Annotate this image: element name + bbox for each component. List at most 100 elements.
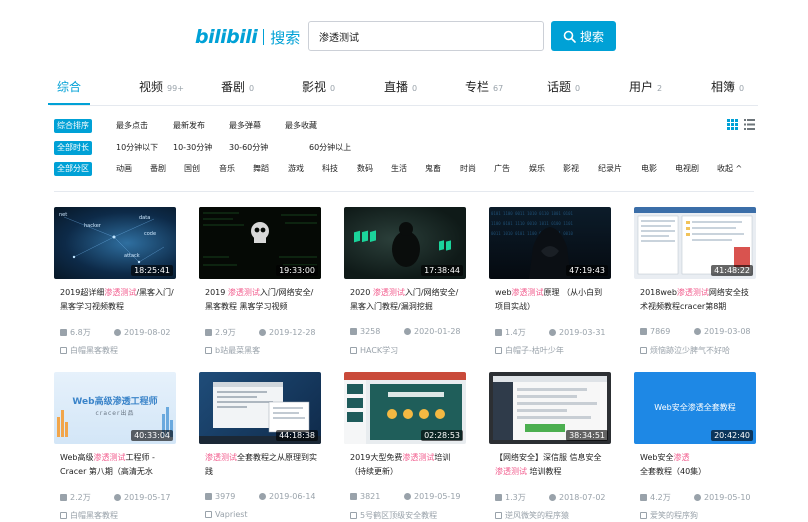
title-highlight: 渗透测试 bbox=[402, 453, 435, 462]
search-button[interactable]: 搜索 bbox=[551, 21, 616, 51]
filter-zone-ad[interactable]: 广告 bbox=[494, 162, 510, 176]
video-author[interactable]: b站最菜黑客 bbox=[205, 345, 260, 356]
video-author[interactable]: 5号鹤区顶级安全教程 bbox=[350, 510, 437, 521]
tab-bangumi[interactable]: 番剧 0 bbox=[221, 78, 254, 95]
grid-view-icon[interactable] bbox=[727, 119, 738, 130]
video-card[interactable]: 44:18:38 渗透测试全套教程之从原理到实践 3979 2019-06-14 … bbox=[199, 372, 321, 519]
filter-sort-danmaku[interactable]: 最多弹幕 bbox=[229, 119, 261, 133]
video-title[interactable]: 2019超详细渗透测试/黑客入门/黑客学习视频教程 bbox=[60, 286, 174, 314]
clock-icon bbox=[694, 494, 701, 501]
video-title[interactable]: web渗透测试原理 （从小白到项目实战） bbox=[495, 286, 609, 314]
video-card[interactable]: 17:38:44 2020 渗透测试入门/网络安全/黑客入门教程/漏洞挖掘 32… bbox=[344, 207, 466, 355]
filter-zone-tv[interactable]: 电视剧 bbox=[675, 162, 699, 176]
video-title[interactable]: 2018web渗透测试网络安全技术视频教程cracer第8期 bbox=[640, 286, 754, 314]
search-input[interactable] bbox=[309, 22, 543, 50]
video-title[interactable]: Web高级渗透测试工程师 - Cracer 第八期（高清无水 bbox=[60, 451, 174, 479]
filter-zone-film[interactable]: 影视 bbox=[563, 162, 579, 176]
filter-duration-10-30[interactable]: 10-30分钟 bbox=[173, 141, 212, 155]
video-title[interactable]: 2019 渗透测试入门/网络安全/黑客教程 黑客学习视频 bbox=[205, 286, 319, 314]
video-card[interactable]: 19:33:00 2019 渗透测试入门/网络安全/黑客教程 黑客学习视频 2.… bbox=[199, 207, 321, 355]
tab-live[interactable]: 直播 0 bbox=[384, 78, 417, 95]
filter-duration-lt10[interactable]: 10分钟以下 bbox=[116, 141, 158, 155]
tab-article[interactable]: 专栏 67 bbox=[465, 78, 503, 95]
title-highlight: 渗透测试 bbox=[205, 453, 237, 462]
upload-date: 2018-07-02 bbox=[559, 493, 606, 502]
tab-all[interactable]: 综合 bbox=[57, 78, 81, 95]
tab-movie[interactable]: 影视 0 bbox=[302, 78, 335, 95]
video-card[interactable]: net data hacker code attack 18:25:41 2019超详细… bbox=[54, 207, 176, 355]
tab-count: 0 bbox=[249, 84, 255, 93]
video-title[interactable]: 【网络安全】深信服 信息安全渗透测试 培训教程 bbox=[495, 451, 609, 479]
tab-topic[interactable]: 话题 0 bbox=[547, 78, 580, 95]
video-card[interactable]: 0101 1100 0011 1010 0110 1001 0101 1100 0… bbox=[489, 207, 611, 355]
play-count: 1.4万 bbox=[505, 328, 526, 337]
video-thumbnail[interactable]: 17:38:44 bbox=[344, 207, 466, 279]
list-view-icon[interactable] bbox=[744, 119, 755, 130]
video-author[interactable]: 烦恼跡泣少脾气不好哈 bbox=[640, 345, 730, 356]
video-title[interactable]: Web安全渗透全套教程（40集） bbox=[640, 451, 754, 479]
filter-sort-clicks[interactable]: 最多点击 bbox=[116, 119, 148, 133]
filter-sort-default[interactable]: 综合排序 bbox=[54, 119, 92, 133]
video-thumbnail[interactable]: 19:33:00 bbox=[199, 207, 321, 279]
filter-zone-documentary[interactable]: 纪录片 bbox=[598, 162, 622, 176]
filter-zone-all[interactable]: 全部分区 bbox=[54, 162, 92, 176]
video-author[interactable]: 白帽黑客教程 bbox=[60, 345, 118, 356]
filter-zone-bangumi[interactable]: 番剧 bbox=[150, 162, 166, 176]
video-thumbnail[interactable]: Web安全渗透全套教程 20:42:40 bbox=[634, 372, 756, 444]
video-thumbnail[interactable]: net data hacker code attack 18:25:41 bbox=[54, 207, 176, 279]
tab-user[interactable]: 用户 2 bbox=[629, 78, 662, 95]
video-card[interactable]: 41:48:22 2018web渗透测试网络安全技术视频教程cracer第8期 … bbox=[634, 207, 756, 355]
video-card[interactable]: Web高级渗透工程师 cracer出品 40:33:04 Web高级渗透测试工程… bbox=[54, 372, 176, 520]
video-thumbnail[interactable]: Web高级渗透工程师 cracer出品 40:33:04 bbox=[54, 372, 176, 444]
bilibili-logo[interactable]: bilibili 搜索 bbox=[195, 26, 300, 48]
play-count-icon bbox=[350, 328, 357, 335]
author-name: 烦恼跡泣少脾气不好哈 bbox=[650, 346, 730, 355]
filter-zone-kichiku[interactable]: 鬼畜 bbox=[425, 162, 441, 176]
video-thumbnail[interactable]: 41:48:22 bbox=[634, 207, 756, 279]
filter-zone-fashion[interactable]: 时尚 bbox=[460, 162, 476, 176]
filter-zone-tech[interactable]: 科技 bbox=[322, 162, 338, 176]
video-meta: 7869 2019-03-08 bbox=[640, 327, 756, 336]
filter-duration-all[interactable]: 全部时长 bbox=[54, 141, 92, 155]
video-thumbnail[interactable]: 44:18:38 bbox=[199, 372, 321, 444]
video-title[interactable]: 2020 渗透测试入门/网络安全/黑客入门教程/漏洞挖掘 bbox=[350, 286, 464, 314]
filter-zone-game[interactable]: 游戏 bbox=[288, 162, 304, 176]
video-author[interactable]: 白帽黑客教程 bbox=[60, 510, 118, 521]
video-title[interactable]: 渗透测试全套教程之从原理到实践 bbox=[205, 451, 319, 479]
tab-label: 影视 bbox=[302, 80, 327, 94]
play-count-icon bbox=[640, 494, 647, 501]
filter-zone-digital[interactable]: 数码 bbox=[357, 162, 373, 176]
tab-count: 0 bbox=[330, 84, 336, 93]
filter-zone-dance[interactable]: 舞蹈 bbox=[253, 162, 269, 176]
video-thumbnail[interactable]: 02:28:53 bbox=[344, 372, 466, 444]
video-author[interactable]: HACK学习 bbox=[350, 345, 398, 356]
play-count: 6.8万 bbox=[70, 328, 91, 337]
video-card[interactable]: 38:34:51 【网络安全】深信服 信息安全渗透测试 培训教程 1.3万 201… bbox=[489, 372, 611, 520]
video-author[interactable]: 爱笑的程序狗 bbox=[640, 510, 698, 521]
tab-label: 相簿 bbox=[711, 80, 736, 94]
filter-sort-newest[interactable]: 最新发布 bbox=[173, 119, 205, 133]
filter-zone-music[interactable]: 音乐 bbox=[219, 162, 235, 176]
video-card[interactable]: 02:28:53 2019大型免费渗透测试培训（持续更新） 3821 2019-0… bbox=[344, 372, 466, 520]
filter-duration-gt60[interactable]: 60分钟以上 bbox=[309, 141, 351, 155]
tab-video[interactable]: 视频 99+ bbox=[139, 78, 184, 95]
filter-sort-favorites[interactable]: 最多收藏 bbox=[285, 119, 317, 133]
video-author[interactable]: 白帽子-枯叶少年 bbox=[495, 345, 564, 356]
video-card[interactable]: Web安全渗透全套教程 20:42:40 Web安全渗透全套教程（40集） 4.… bbox=[634, 372, 756, 520]
filter-zone-anime[interactable]: 动画 bbox=[116, 162, 132, 176]
tab-count: 2 bbox=[657, 84, 663, 93]
video-author[interactable]: Vapriest bbox=[205, 510, 248, 519]
filter-zone-collapse[interactable]: 收起 ^ bbox=[717, 162, 742, 176]
filter-zone-guochuang[interactable]: 国创 bbox=[184, 162, 200, 176]
video-duration: 20:42:40 bbox=[711, 430, 753, 441]
filter-zone-movie[interactable]: 电影 bbox=[641, 162, 657, 176]
tab-album[interactable]: 相簿 0 bbox=[711, 78, 744, 95]
video-thumbnail[interactable]: 0101 1100 0011 1010 0110 1001 0101 1100 0… bbox=[489, 207, 611, 279]
filter-zone-life[interactable]: 生活 bbox=[391, 162, 407, 176]
video-thumbnail[interactable]: 38:34:51 bbox=[489, 372, 611, 444]
filter-duration-30-60[interactable]: 30-60分钟 bbox=[229, 141, 268, 155]
video-author[interactable]: 逆风微笑的程序猿 bbox=[495, 510, 569, 521]
video-title[interactable]: 2019大型免费渗透测试培训（持续更新） bbox=[350, 451, 464, 479]
filter-zone-ent[interactable]: 娱乐 bbox=[529, 162, 545, 176]
search-box[interactable] bbox=[308, 21, 544, 51]
